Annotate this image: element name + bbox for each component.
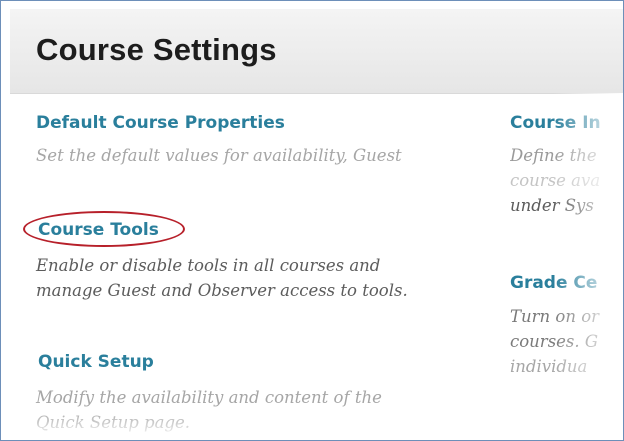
- description-line: Define the: [510, 146, 597, 165]
- default-course-properties-link[interactable]: Default Course Properties: [36, 113, 285, 133]
- description-line: Set the default values for availability,…: [36, 146, 402, 165]
- grade-center-link[interactable]: Grade Ce: [510, 273, 597, 293]
- quick-setup-description: Modify the availability and content of t…: [36, 385, 382, 435]
- course-settings-panel: Course Settings Default Course Propertie…: [0, 0, 624, 441]
- description-line: Quick Setup page.: [36, 413, 191, 432]
- grade-center-description: Turn on or courses. G individua: [510, 304, 599, 379]
- description-line: under Sys: [510, 196, 594, 215]
- description-line: Enable or disable tools in all courses a…: [36, 256, 381, 275]
- page-title: Course Settings: [36, 32, 277, 67]
- description-line: Modify the availability and content of t…: [36, 388, 382, 407]
- quick-setup-link[interactable]: Quick Setup: [38, 352, 154, 372]
- description-line: Turn on or: [510, 307, 600, 326]
- course-inherit-description: Define the course ava under Sys: [510, 143, 600, 218]
- description-line: individua: [510, 357, 588, 376]
- course-tools-description: Enable or disable tools in all courses a…: [36, 253, 408, 303]
- right-column: Course In Define the course ava under Sy…: [510, 1, 623, 440]
- description-line: courses. G: [510, 332, 599, 351]
- course-inherit-link[interactable]: Course In: [510, 113, 601, 133]
- description-line: course ava: [510, 171, 601, 190]
- description-line: manage Guest and Observer access to tool…: [36, 281, 408, 300]
- course-tools-link[interactable]: Course Tools: [38, 220, 159, 240]
- default-course-properties-description: Set the default values for availability,…: [36, 143, 402, 168]
